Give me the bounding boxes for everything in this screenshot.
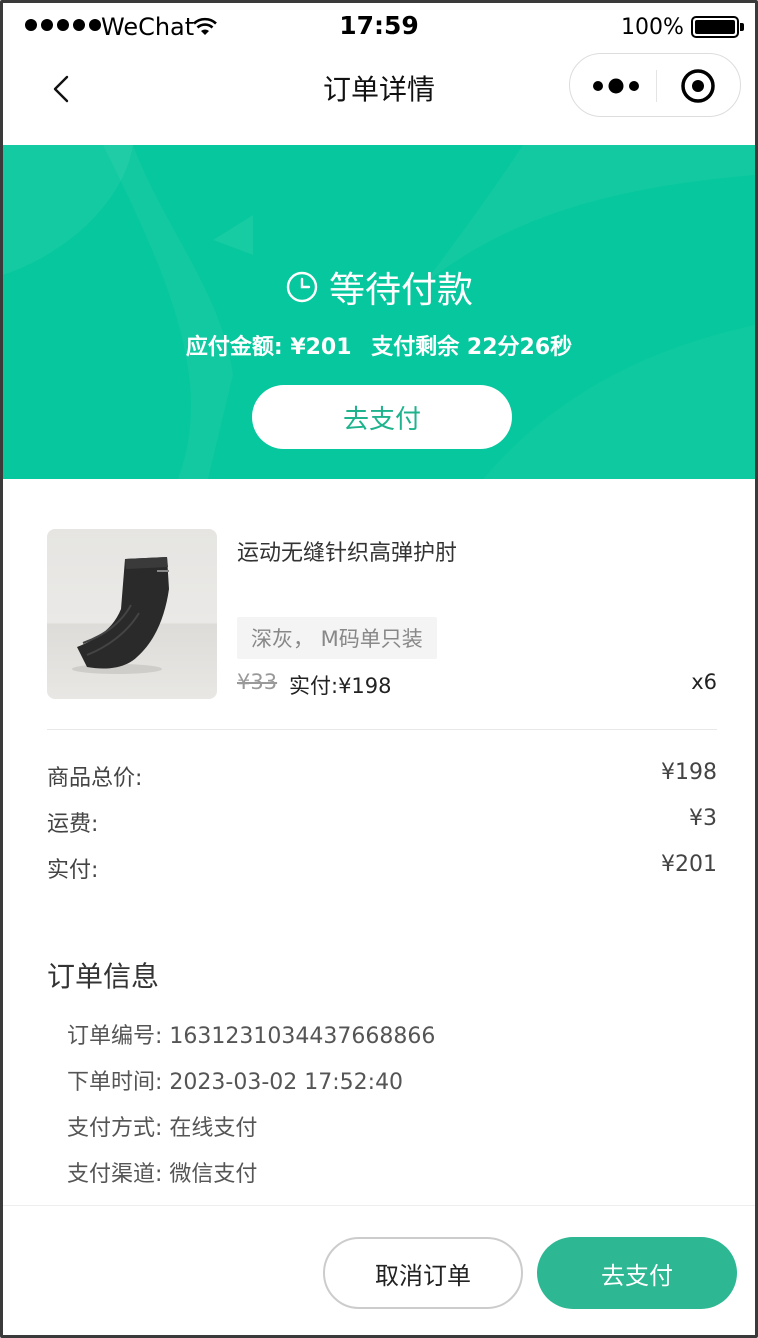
nav-bar: 订单详情 — [3, 51, 755, 143]
payment-status: 等待付款 — [3, 261, 755, 313]
paid-price: 实付:¥198 — [289, 674, 392, 698]
summary-row-subtotal: 商品总价: ¥198 — [47, 760, 717, 792]
summary-row-total: 实付: ¥201 — [47, 852, 717, 884]
payment-channel: 支付渠道: 微信支付 — [67, 1162, 258, 1187]
summary-value: ¥201 — [661, 852, 717, 877]
summary-value: ¥3 — [689, 806, 717, 831]
divider — [47, 729, 717, 730]
summary-label: 实付: — [47, 858, 99, 883]
battery-percent: 100% — [621, 15, 684, 40]
bottom-bar-divider — [3, 1205, 755, 1206]
payment-status-banner: 等待付款 应付金额: ¥201 支付剩余 22分26秒 去支付 — [3, 145, 755, 479]
pay-button[interactable]: 去支付 — [537, 1237, 737, 1309]
order-number: 订单编号: 1631231034437668866 — [67, 1024, 436, 1049]
clock-icon — [286, 271, 318, 303]
elbow-sleeve-image — [72, 557, 169, 674]
phone-frame: WeChat 17:59 100% 订单详情 等待付款 应付金额: ¥201 支… — [0, 0, 758, 1338]
original-price: ¥33 — [237, 670, 278, 694]
summary-row-shipping: 运费: ¥3 — [47, 806, 717, 838]
more-options-icon[interactable] — [590, 74, 646, 98]
payment-countdown: 支付剩余 22分26秒 — [371, 335, 573, 360]
summary-label: 运费: — [47, 812, 99, 837]
mini-program-capsule — [569, 53, 741, 117]
summary-value: ¥198 — [661, 760, 717, 785]
payment-method: 支付方式: 在线支付 — [67, 1116, 258, 1141]
order-info-title: 订单信息 — [47, 960, 160, 993]
product-spec: 深灰， M码单只装 — [237, 617, 437, 659]
banner-pay-button[interactable]: 去支付 — [252, 385, 512, 449]
order-time: 下单时间: 2023-03-02 17:52:40 — [67, 1070, 404, 1095]
cancel-order-button[interactable]: 取消订单 — [323, 1237, 523, 1309]
product-image[interactable] — [47, 529, 217, 699]
product-quantity: x6 — [691, 670, 717, 694]
status-bar: WeChat 17:59 100% — [3, 3, 755, 51]
amount-and-countdown: 应付金额: ¥201 支付剩余 22分26秒 — [3, 329, 755, 361]
battery-icon — [691, 16, 744, 38]
summary-label: 商品总价: — [47, 766, 143, 791]
product-name[interactable]: 运动无缝针织高弹护肘 — [237, 535, 457, 567]
amount-due: 应付金额: ¥201 — [185, 335, 352, 360]
close-mini-program-icon[interactable] — [680, 68, 716, 104]
status-text: 等待付款 — [328, 270, 473, 311]
